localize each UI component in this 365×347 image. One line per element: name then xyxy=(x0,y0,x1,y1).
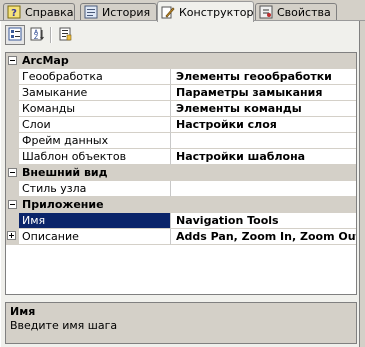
property-value[interactable]: Настройки шаблона xyxy=(171,149,356,165)
tab-history-label: История xyxy=(102,5,151,19)
property-name: Замыкание xyxy=(19,85,171,101)
tab-strip: ? Справка История Конструктор Свойства xyxy=(0,0,365,22)
property-value[interactable]: Adds Pan, Zoom In, Zoom Out t xyxy=(171,229,356,245)
svg-text:?: ? xyxy=(11,8,17,19)
property-row-layers[interactable]: Слои Настройки слоя xyxy=(6,117,356,133)
property-name: Геообработка xyxy=(19,69,171,85)
alphabetical-view-icon: AZ xyxy=(30,27,44,44)
help-book-icon: ? xyxy=(7,5,21,19)
property-value[interactable]: Параметры замыкания xyxy=(171,85,356,101)
tab-properties-label: Свойства xyxy=(277,5,331,19)
categorized-view-button[interactable] xyxy=(5,25,25,45)
property-name: Стиль узла xyxy=(19,181,171,197)
property-pages-icon xyxy=(58,27,72,44)
property-row-description[interactable]: Описание Adds Pan, Zoom In, Zoom Out t xyxy=(6,229,356,245)
history-icon xyxy=(84,5,98,19)
property-name: Шаблон объектов xyxy=(19,149,171,165)
category-label: Приложение xyxy=(19,197,356,213)
property-value[interactable] xyxy=(171,181,356,197)
property-row-snapping[interactable]: Замыкание Параметры замыкания xyxy=(6,85,356,101)
tab-designer[interactable]: Конструктор xyxy=(157,1,254,22)
property-name: Фрейм данных xyxy=(19,133,171,149)
tab-properties[interactable]: Свойства xyxy=(255,3,337,20)
category-label: Внешний вид xyxy=(19,165,356,181)
property-value[interactable] xyxy=(171,133,356,149)
tab-help-label: Справка xyxy=(25,5,74,19)
category-arcmap[interactable]: ArcMap xyxy=(6,53,356,69)
toolbar-separator xyxy=(49,25,53,45)
property-row-template[interactable]: Шаблон объектов Настройки шаблона xyxy=(6,149,356,165)
property-value[interactable]: Navigation Tools xyxy=(171,213,356,229)
property-name: Слои xyxy=(19,117,171,133)
help-text: Введите имя шага xyxy=(10,319,118,332)
property-row-geoprocessing[interactable]: Геообработка Элементы геообработки xyxy=(6,69,356,85)
property-row-commands[interactable]: Команды Элементы команды xyxy=(6,101,356,117)
help-title: Имя xyxy=(10,305,36,318)
window-edge xyxy=(360,21,365,347)
property-row-nodestyle[interactable]: Стиль узла xyxy=(6,181,356,197)
property-value[interactable]: Настройки слоя xyxy=(171,117,356,133)
collapse-icon[interactable] xyxy=(8,200,17,209)
property-value[interactable]: Элементы геообработки xyxy=(171,69,356,85)
property-pages-button[interactable] xyxy=(55,25,75,45)
category-appearance[interactable]: Внешний вид xyxy=(6,165,356,181)
property-name: Описание xyxy=(19,229,171,245)
categorized-view-icon xyxy=(8,27,22,44)
collapse-icon[interactable] xyxy=(8,168,17,177)
category-application[interactable]: Приложение xyxy=(6,197,356,213)
expand-icon[interactable] xyxy=(7,231,16,240)
tab-help[interactable]: ? Справка xyxy=(3,3,75,20)
properties-icon xyxy=(259,5,273,19)
svg-text:Z: Z xyxy=(34,34,38,41)
designer-pane: AZ ArcMap Геообработка Элементы геообраб… xyxy=(0,21,360,347)
property-name: Команды xyxy=(19,101,171,117)
property-row-dataframe[interactable]: Фрейм данных xyxy=(6,133,356,149)
alphabetical-view-button[interactable]: AZ xyxy=(27,25,47,45)
property-row-name[interactable]: Имя Navigation Tools xyxy=(6,213,356,229)
tab-designer-label: Конструктор xyxy=(179,5,254,19)
help-panel: Имя Введите имя шага xyxy=(5,302,357,344)
property-grid[interactable]: ArcMap Геообработка Элементы геообработк… xyxy=(5,52,357,295)
tab-history[interactable]: История xyxy=(80,3,157,20)
property-value[interactable]: Элементы команды xyxy=(171,101,356,117)
property-name: Имя xyxy=(19,213,171,229)
designer-pencil-icon xyxy=(161,5,175,19)
collapse-icon[interactable] xyxy=(8,56,17,65)
property-toolbar: AZ xyxy=(5,25,75,45)
category-label: ArcMap xyxy=(19,53,356,69)
